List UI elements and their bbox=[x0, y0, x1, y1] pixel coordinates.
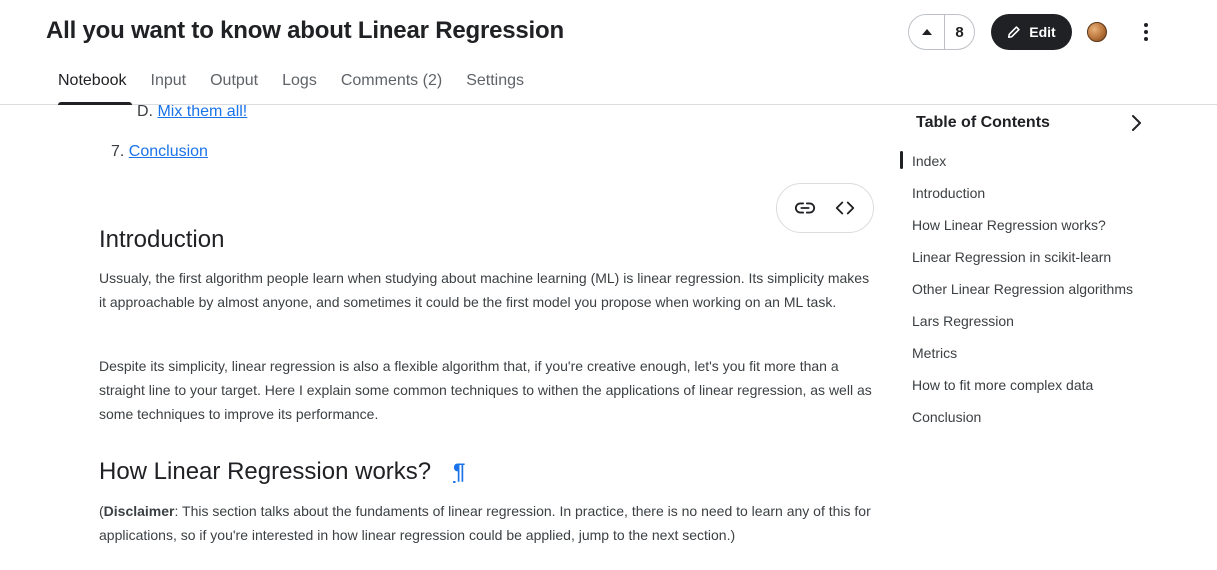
toc-item-complex-data[interactable]: How to fit more complex data bbox=[900, 369, 1133, 401]
toc-item-how-it-works[interactable]: How Linear Regression works? bbox=[900, 209, 1133, 241]
toc-entry-conclusion: 7. Conclusion bbox=[111, 143, 208, 161]
anchor-link[interactable]: ¶ bbox=[453, 459, 465, 484]
toc-marker: 7. bbox=[111, 143, 125, 160]
section-heading-how-it-works: How Linear Regression works? ¶ bbox=[99, 458, 465, 486]
toc-link-conclusion[interactable]: Conclusion bbox=[129, 143, 208, 160]
cell-toolbar bbox=[776, 183, 874, 233]
pencil-icon bbox=[1008, 26, 1020, 39]
toc-link-mix[interactable]: Mix them all! bbox=[157, 105, 247, 120]
intro-paragraph-1: Ussualy, the first algorithm people lear… bbox=[99, 270, 870, 310]
upvote-widget: 8 bbox=[908, 14, 975, 50]
code-icon bbox=[835, 201, 855, 215]
toc-item-index[interactable]: Index bbox=[900, 145, 1133, 177]
tab-notebook[interactable]: Notebook bbox=[46, 62, 139, 105]
page-title: All you want to know about Linear Regres… bbox=[46, 17, 564, 44]
copy-link-button[interactable] bbox=[789, 192, 821, 224]
heading-text: How Linear Regression works? bbox=[99, 458, 432, 485]
tab-input[interactable]: Input bbox=[139, 62, 199, 105]
edit-label: Edit bbox=[1029, 24, 1056, 40]
disclaimer-text: : This section talks about the fundament… bbox=[99, 503, 871, 543]
tab-settings[interactable]: Settings bbox=[454, 62, 536, 105]
notebook-header: All you want to know about Linear Regres… bbox=[0, 0, 1217, 105]
more-options-icon[interactable] bbox=[1134, 18, 1158, 46]
section-heading-introduction: Introduction bbox=[99, 226, 225, 253]
disclaimer-paragraph: (Disclaimer: This section talks about th… bbox=[99, 499, 879, 547]
toc-title: Table of Contents bbox=[916, 114, 1050, 131]
disclaimer-label: Disclaimer bbox=[103, 503, 175, 519]
caret-up-icon bbox=[921, 29, 932, 35]
tab-bar: Notebook Input Output Logs Comments (2) … bbox=[46, 62, 536, 105]
avatar[interactable] bbox=[1087, 22, 1107, 42]
table-of-contents-sidebar: Table of Contents Index Introduction How… bbox=[900, 105, 1217, 570]
toc-item-introduction[interactable]: Introduction bbox=[900, 177, 1133, 209]
edit-button[interactable]: Edit bbox=[991, 14, 1072, 50]
link-icon bbox=[794, 202, 816, 214]
view-code-button[interactable] bbox=[829, 192, 861, 224]
toc-entry-mix: D. Mix them all! bbox=[137, 105, 247, 121]
intro-paragraph-2: Despite its simplicity, linear regressio… bbox=[99, 358, 872, 422]
notebook-content: D. Mix them all! 7. Conclusion Introduct… bbox=[0, 105, 890, 570]
toc-item-other-algorithms[interactable]: Other Linear Regression algorithms bbox=[900, 273, 1133, 305]
tab-comments[interactable]: Comments (2) bbox=[329, 62, 454, 105]
vote-count: 8 bbox=[955, 23, 964, 41]
toc-item-lars[interactable]: Lars Regression bbox=[900, 305, 1133, 337]
chevron-right-icon[interactable] bbox=[1126, 113, 1146, 133]
toc-item-scikit-learn[interactable]: Linear Regression in scikit-learn bbox=[900, 241, 1133, 273]
toc-marker: D. bbox=[137, 105, 153, 120]
tab-output[interactable]: Output bbox=[198, 62, 270, 105]
tab-logs[interactable]: Logs bbox=[270, 62, 329, 105]
toc-item-metrics[interactable]: Metrics bbox=[900, 337, 1133, 369]
upvote-button[interactable] bbox=[909, 15, 945, 49]
toc-item-conclusion[interactable]: Conclusion bbox=[900, 401, 1133, 433]
toc-list: Index Introduction How Linear Regression… bbox=[900, 145, 1133, 433]
